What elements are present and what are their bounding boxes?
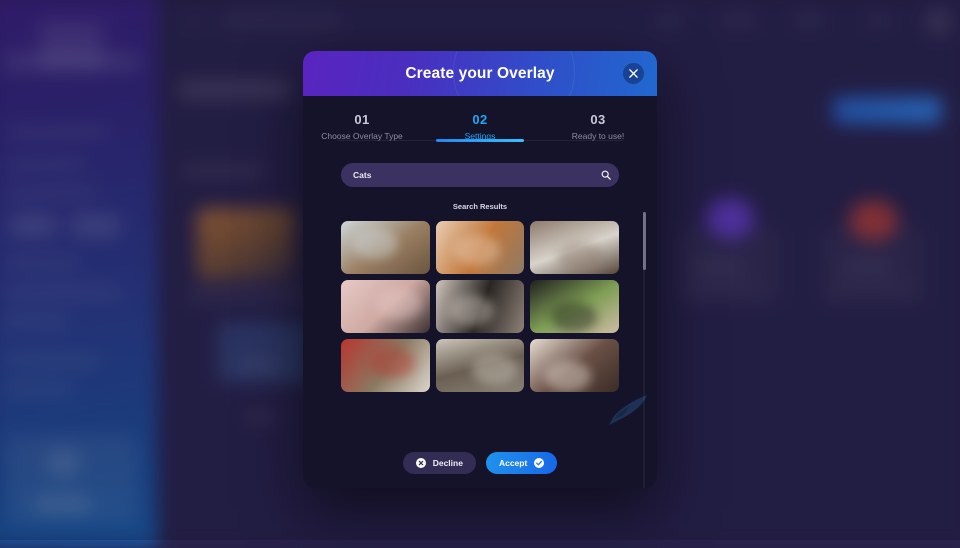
thumbnail-highlight: [376, 288, 422, 319]
search-result-thumbnail[interactable]: [341, 280, 430, 333]
search-result-thumbnail[interactable]: [530, 221, 619, 274]
accept-button[interactable]: Accept: [486, 452, 557, 474]
step-02[interactable]: 02 Settings: [421, 112, 539, 141]
search-box[interactable]: [341, 163, 619, 187]
search-icon[interactable]: [593, 163, 619, 187]
accept-button-label: Accept: [499, 458, 527, 468]
circle-check-icon: [534, 458, 544, 468]
search-result-thumbnail[interactable]: [436, 221, 525, 274]
scrollbar-thumb[interactable]: [643, 212, 646, 270]
search-input[interactable]: [341, 170, 593, 180]
search-section: [303, 141, 657, 187]
thumbnail-highlight: [551, 302, 597, 333]
search-results-grid: [341, 221, 619, 392]
step-number: 02: [421, 112, 539, 127]
search-results-heading: Search Results: [303, 202, 657, 211]
modal-footer: Decline Accept: [303, 452, 657, 474]
thumbnail-highlight: [448, 295, 494, 326]
step-01[interactable]: 01 Choose Overlay Type: [303, 112, 421, 141]
search-result-thumbnail[interactable]: [530, 280, 619, 333]
step-03[interactable]: 03 Ready to use!: [539, 112, 657, 141]
search-result-thumbnail[interactable]: [530, 339, 619, 392]
thumbnail-highlight: [472, 354, 518, 385]
step-number: 01: [303, 112, 421, 127]
thumbnail-highlight: [545, 361, 591, 392]
search-result-thumbnail[interactable]: [341, 339, 430, 392]
thumbnail-highlight: [557, 242, 603, 273]
comet-decoration-icon: [608, 393, 648, 427]
modal-header: Create your Overlay: [303, 51, 657, 96]
decline-button[interactable]: Decline: [403, 452, 476, 474]
decline-button-label: Decline: [433, 458, 463, 468]
modal-title: Create your Overlay: [405, 65, 554, 83]
step-number: 03: [539, 112, 657, 127]
search-result-thumbnail[interactable]: [436, 280, 525, 333]
step-indicator: 01 Choose Overlay Type 02 Settings 03 Re…: [303, 96, 657, 141]
thumbnail-highlight: [352, 228, 398, 259]
search-result-thumbnail[interactable]: [436, 339, 525, 392]
thumbnail-highlight: [369, 347, 415, 378]
create-overlay-modal: Create your Overlay 01 Choose Overlay Ty…: [303, 51, 657, 488]
thumbnail-highlight: [454, 235, 500, 266]
close-icon[interactable]: [623, 63, 644, 84]
search-result-thumbnail[interactable]: [341, 221, 430, 274]
circle-x-icon: [416, 458, 426, 468]
modal-body: 01 Choose Overlay Type 02 Settings 03 Re…: [303, 96, 657, 488]
